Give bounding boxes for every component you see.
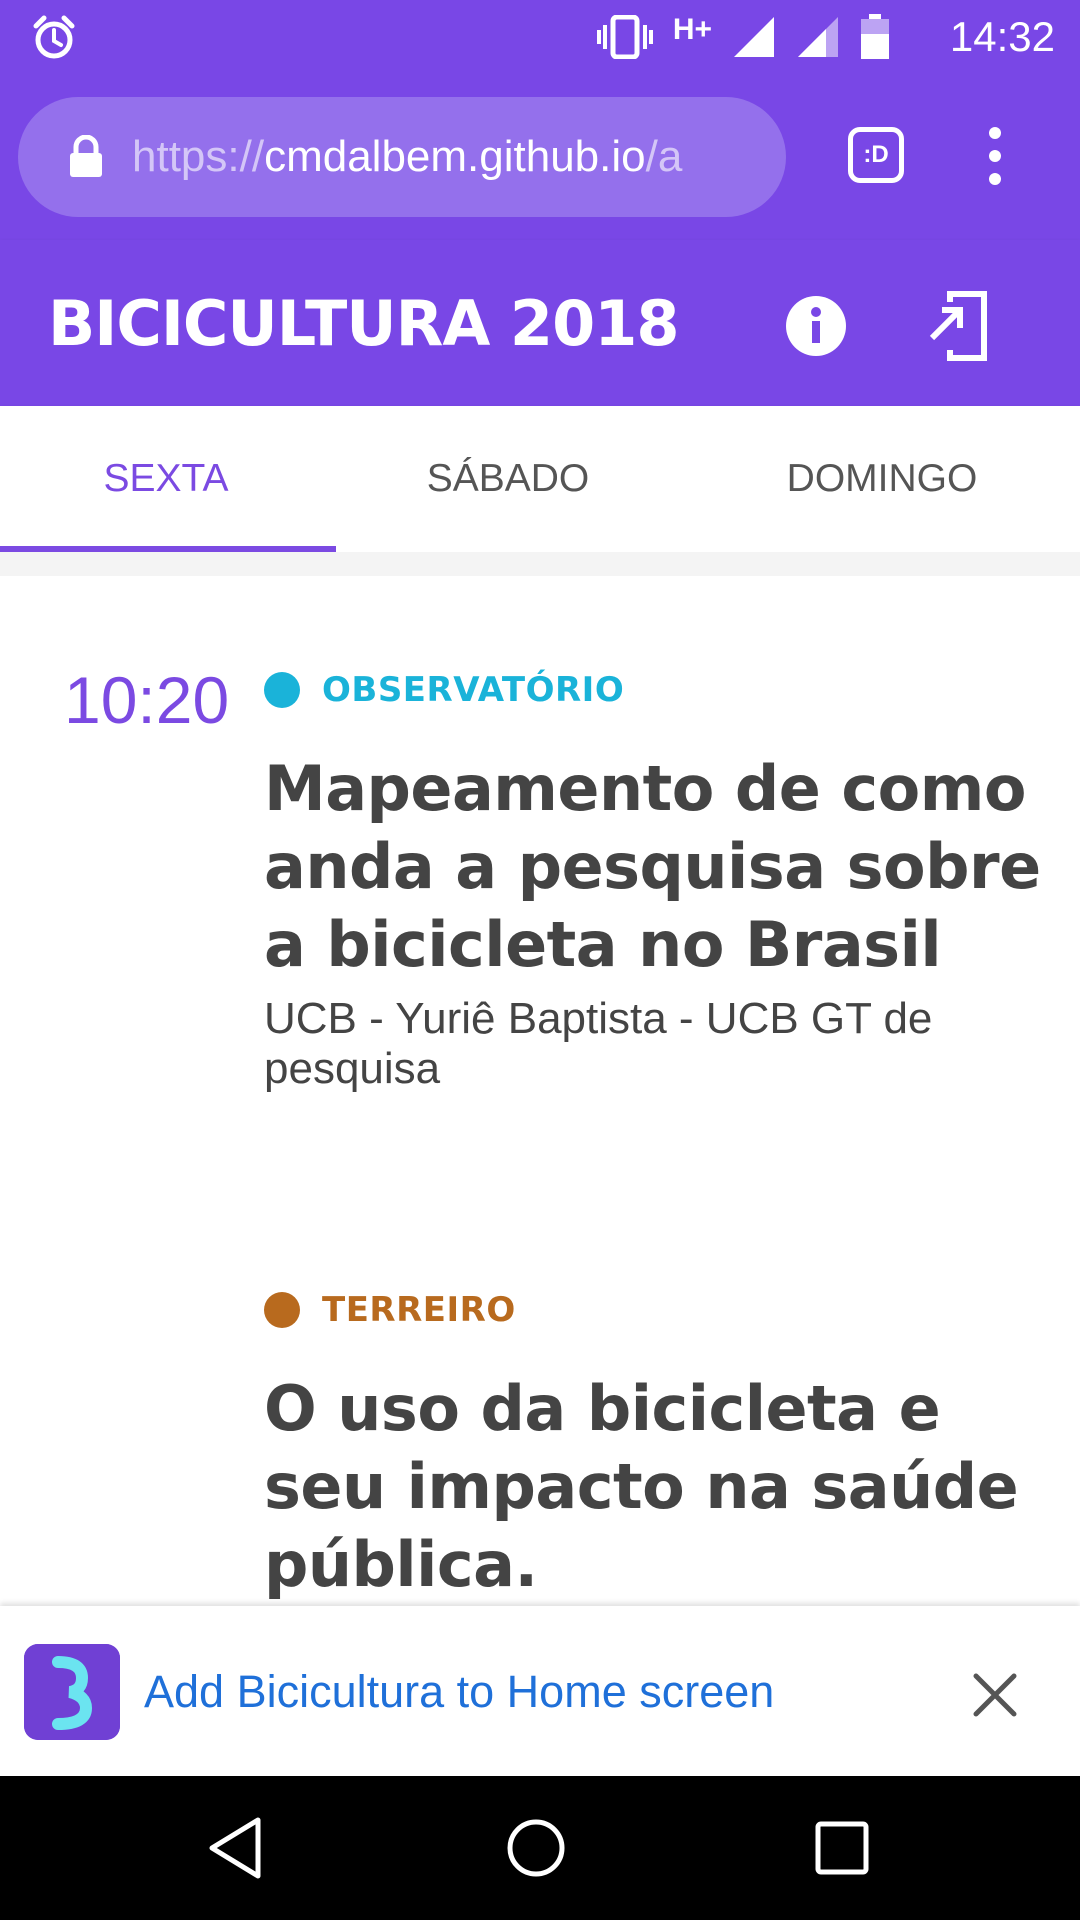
info-icon[interactable]	[786, 296, 846, 356]
close-icon[interactable]	[972, 1672, 1018, 1718]
venue-name: OBSERVATÓRIO	[322, 670, 625, 710]
signal-icon	[734, 17, 774, 57]
url-scheme: https://	[132, 132, 265, 181]
session-time: 10:20	[64, 663, 230, 737]
venue: TERREIRO	[264, 1280, 1044, 1340]
alarm-icon	[33, 15, 75, 59]
url-bar[interactable]: https://cmdalbem.github.io/a	[18, 97, 786, 217]
tab-switcher-button[interactable]: :D	[848, 127, 904, 183]
url-text[interactable]: https://cmdalbem.github.io/a	[132, 127, 772, 187]
event-title: Mapeamento de como anda a pesquisa sobre…	[264, 752, 1041, 981]
tab-domingo[interactable]: DOMINGO	[684, 406, 1080, 552]
add-to-home-text[interactable]: Add Bicicultura to Home screen	[144, 1662, 774, 1722]
browser-toolbar: https://cmdalbem.github.io/a :D	[0, 75, 1080, 240]
day-tabs: SEXTA SÁBADO DOMINGO	[0, 406, 1080, 552]
app-logo-icon	[24, 1644, 120, 1740]
venue-name: TERREIRO	[322, 1290, 516, 1330]
event-title: O uso da bicicleta e seu impacto na saúd…	[264, 1372, 1019, 1601]
network-type: H+	[672, 13, 712, 46]
app-title: BICICULTURA 2018	[48, 287, 679, 360]
system-nav-bar	[0, 1776, 1080, 1920]
venue: OBSERVATÓRIO	[264, 660, 1044, 720]
battery-icon	[861, 14, 889, 59]
event-card[interactable]: OBSERVATÓRIO Mapeamento de como anda a p…	[264, 660, 1044, 1094]
back-icon[interactable]	[200, 1812, 272, 1884]
status-bar: H+ 14:32	[0, 0, 1080, 75]
add-to-home-banner[interactable]: Add Bicicultura to Home screen	[0, 1606, 1080, 1776]
app-header: BICICULTURA 2018	[0, 240, 1080, 406]
recent-apps-icon[interactable]	[806, 1812, 878, 1884]
event-speaker: UCB - Yuriê Baptista - UCB GT de pesquis…	[264, 994, 933, 1093]
venue-dot	[264, 1292, 300, 1328]
tab-sexta[interactable]: SEXTA	[0, 406, 332, 552]
clock: 14:32	[949, 13, 1055, 60]
home-icon[interactable]	[500, 1812, 572, 1884]
lock-icon	[70, 135, 102, 177]
vibrate-icon	[596, 15, 653, 59]
venue-dot	[264, 672, 300, 708]
url-path: /a	[645, 132, 683, 181]
url-host: cmdalbem.github.io	[264, 132, 646, 181]
tab-sabado[interactable]: SÁBADO	[332, 406, 684, 552]
divider	[0, 552, 1080, 576]
signal-icon	[798, 17, 838, 57]
event-card[interactable]: TERREIRO O uso da bicicleta e seu impact…	[264, 1280, 1044, 1604]
overflow-menu-icon[interactable]	[980, 125, 1010, 187]
exit-icon[interactable]	[928, 288, 992, 364]
